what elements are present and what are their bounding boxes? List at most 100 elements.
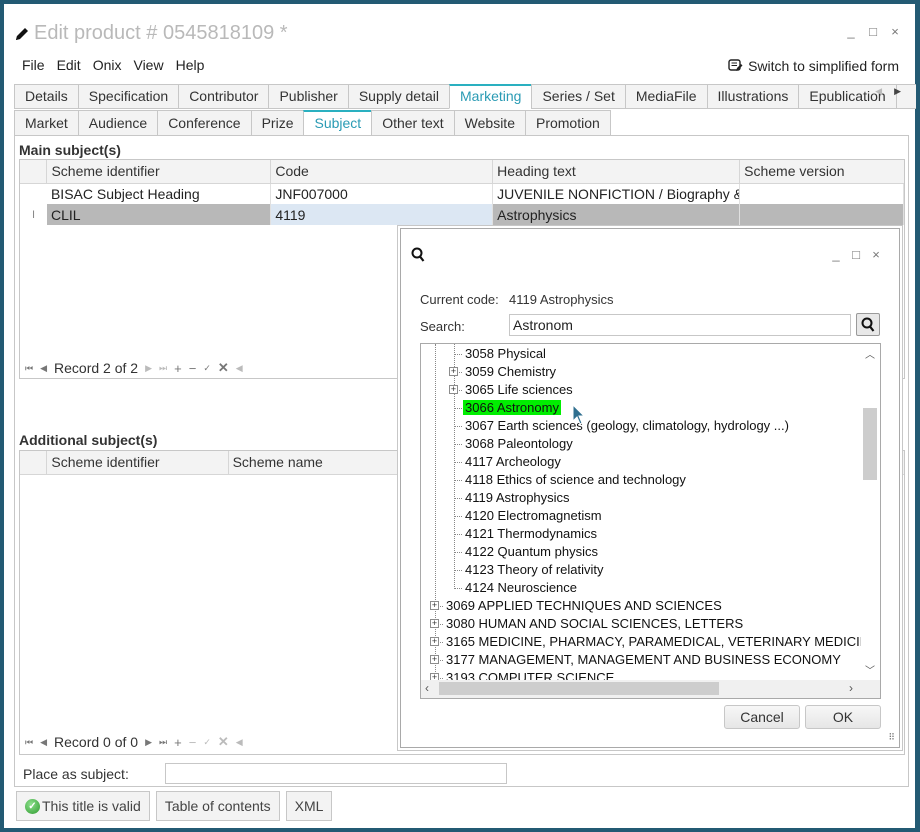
add-record-icon[interactable]: + bbox=[174, 361, 182, 376]
menu-help[interactable]: Help bbox=[172, 57, 213, 73]
tab-promotion[interactable]: Promotion bbox=[524, 110, 611, 136]
menu-edit[interactable]: Edit bbox=[53, 57, 89, 73]
tree-node[interactable]: 4118 Ethics of science and technology bbox=[463, 471, 688, 489]
dialog-minimize-button[interactable]: _ bbox=[831, 247, 841, 262]
vertical-scroll-thumb[interactable] bbox=[863, 408, 877, 480]
menu-onix[interactable]: Onix bbox=[89, 57, 130, 73]
column-header-scheme-identifier[interactable]: Scheme identifier bbox=[46, 160, 272, 184]
delete-record-icon[interactable]: − bbox=[189, 735, 197, 750]
refresh-icon[interactable]: ◀ bbox=[236, 363, 243, 374]
tree-node[interactable]: 4117 Archeology bbox=[463, 453, 563, 471]
search-button[interactable] bbox=[856, 313, 880, 336]
tree-node[interactable]: 4123 Theory of relativity bbox=[463, 561, 606, 579]
ok-button[interactable]: OK bbox=[805, 705, 881, 729]
scroll-up-icon[interactable]: ︿ bbox=[865, 346, 875, 361]
cell-scheme[interactable]: CLIL bbox=[46, 204, 272, 225]
menu-file[interactable]: File bbox=[18, 57, 53, 73]
tab-scroll-right-icon[interactable]: ▶ bbox=[894, 86, 901, 97]
tab-prize[interactable]: Prize bbox=[250, 110, 305, 136]
scroll-left-icon[interactable]: ‹ bbox=[425, 681, 429, 695]
last-record-icon[interactable]: ⏭ bbox=[159, 363, 167, 374]
tab-market[interactable]: Market bbox=[14, 110, 79, 136]
column-header-scheme-version[interactable]: Scheme version bbox=[739, 160, 904, 184]
prev-record-icon[interactable]: ◀ bbox=[40, 737, 47, 748]
dialog-maximize-button[interactable]: □ bbox=[851, 247, 861, 262]
tab-other-text[interactable]: Other text bbox=[371, 110, 455, 136]
xml-button[interactable]: XML bbox=[285, 791, 333, 821]
tab-specification[interactable]: Specification bbox=[77, 84, 180, 109]
dialog-close-button[interactable]: × bbox=[871, 247, 881, 262]
tree-node[interactable]: 3058 Physical bbox=[463, 345, 548, 363]
cell-code[interactable]: JNF007000 bbox=[270, 183, 494, 204]
first-record-icon[interactable]: ⏮ bbox=[25, 737, 33, 748]
maximize-button[interactable]: □ bbox=[867, 24, 879, 39]
tab-scroll-left-icon[interactable]: ◀ bbox=[875, 86, 882, 97]
last-record-icon[interactable]: ⏭ bbox=[159, 737, 167, 748]
expand-icon[interactable]: + bbox=[430, 655, 439, 664]
cancel-record-icon[interactable]: ✕ bbox=[218, 734, 229, 750]
tab-mediafile[interactable]: MediaFile bbox=[624, 84, 708, 109]
confirm-record-icon[interactable]: ✓ bbox=[203, 737, 211, 748]
tree-node-highlighted[interactable]: 3066 Astronomy bbox=[463, 399, 561, 417]
expand-icon[interactable]: + bbox=[449, 367, 458, 376]
tree-node[interactable]: 4124 Neuroscience bbox=[463, 579, 579, 597]
next-record-icon[interactable]: ▶ bbox=[145, 363, 152, 374]
tab-subject[interactable]: Subject bbox=[303, 110, 373, 136]
close-button[interactable]: × bbox=[889, 24, 901, 39]
switch-simplified-link[interactable]: Switch to simplified form bbox=[728, 58, 899, 74]
resize-grip-icon[interactable]: ⠿ bbox=[888, 732, 895, 743]
horizontal-scrollbar[interactable]: ‹ › bbox=[421, 680, 880, 698]
cancel-button[interactable]: Cancel bbox=[724, 705, 800, 729]
delete-record-icon[interactable]: − bbox=[189, 361, 197, 376]
tab-details[interactable]: Details bbox=[14, 84, 79, 109]
subject-tree[interactable]: 3058 Physical +3059 Chemistry +3065 Life s… bbox=[420, 343, 881, 699]
tree-node[interactable]: 3069 APPLIED TECHNIQUES AND SCIENCES bbox=[444, 597, 724, 615]
cell-heading[interactable]: Astrophysics bbox=[492, 204, 741, 225]
tree-node[interactable]: 4122 Quantum physics bbox=[463, 543, 600, 561]
minimize-button[interactable]: _ bbox=[845, 24, 857, 39]
refresh-icon[interactable]: ◀ bbox=[236, 737, 243, 748]
tab-series-set[interactable]: Series / Set bbox=[531, 84, 626, 109]
tree-node[interactable]: 3177 MANAGEMENT, MANAGEMENT AND BUSINESS… bbox=[444, 651, 843, 669]
expand-icon[interactable]: + bbox=[430, 601, 439, 610]
tab-publisher[interactable]: Publisher bbox=[268, 84, 349, 109]
table-of-contents-button[interactable]: Table of contents bbox=[155, 791, 280, 821]
tab-conference[interactable]: Conference bbox=[157, 110, 252, 136]
vertical-scrollbar[interactable]: ︿ ﹀ bbox=[861, 344, 880, 680]
table-row-selected[interactable]: I CLIL 4119 Astrophysics bbox=[20, 204, 904, 225]
add-record-icon[interactable]: + bbox=[174, 735, 182, 750]
tab-illustrations[interactable]: Illustrations bbox=[706, 84, 800, 109]
tree-node[interactable]: 3080 HUMAN AND SOCIAL SCIENCES, LETTERS bbox=[444, 615, 745, 633]
cell-version[interactable] bbox=[739, 204, 904, 225]
column-header-scheme-identifier[interactable]: Scheme identifier bbox=[46, 451, 229, 475]
confirm-record-icon[interactable]: ✓ bbox=[203, 363, 211, 374]
cell-version[interactable] bbox=[739, 183, 904, 204]
cell-scheme[interactable]: BISAC Subject Heading bbox=[46, 183, 272, 204]
expand-icon[interactable]: + bbox=[430, 619, 439, 628]
tab-website[interactable]: Website bbox=[453, 110, 526, 136]
prev-record-icon[interactable]: ◀ bbox=[40, 363, 47, 374]
first-record-icon[interactable]: ⏮ bbox=[25, 363, 33, 374]
column-header-heading-text[interactable]: Heading text bbox=[492, 160, 741, 184]
expand-icon[interactable]: + bbox=[449, 385, 458, 394]
menu-view[interactable]: View bbox=[129, 57, 171, 73]
tab-contributor[interactable]: Contributor bbox=[178, 84, 270, 109]
tab-marketing[interactable]: Marketing bbox=[449, 84, 533, 109]
cell-heading[interactable]: JUVENILE NONFICTION / Biography & ... bbox=[492, 183, 741, 204]
place-as-subject-input[interactable] bbox=[165, 763, 507, 784]
tree-node[interactable]: 3165 MEDICINE, PHARMACY, PARAMEDICAL, VE… bbox=[444, 633, 861, 651]
cancel-record-icon[interactable]: ✕ bbox=[218, 360, 229, 376]
search-input[interactable] bbox=[509, 314, 851, 336]
tree-node[interactable]: 3059 Chemistry bbox=[463, 363, 558, 381]
tree-node[interactable]: 4121 Thermodynamics bbox=[463, 525, 599, 543]
scroll-down-icon[interactable]: ﹀ bbox=[865, 662, 875, 677]
tree-node[interactable]: 3067 Earth sciences (geology, climatolog… bbox=[463, 417, 791, 435]
tree-node[interactable]: 4120 Electromagnetism bbox=[463, 507, 604, 525]
tree-node[interactable]: 3065 Life sciences bbox=[463, 381, 575, 399]
tree-node[interactable]: 4119 Astrophysics bbox=[463, 489, 572, 507]
title-valid-button[interactable]: ✓ This title is valid bbox=[16, 791, 150, 821]
tab-audience[interactable]: Audience bbox=[77, 110, 159, 136]
tab-supply-detail[interactable]: Supply detail bbox=[347, 84, 450, 109]
cell-code-editing[interactable]: 4119 bbox=[270, 204, 494, 225]
expand-icon[interactable]: + bbox=[430, 673, 439, 680]
